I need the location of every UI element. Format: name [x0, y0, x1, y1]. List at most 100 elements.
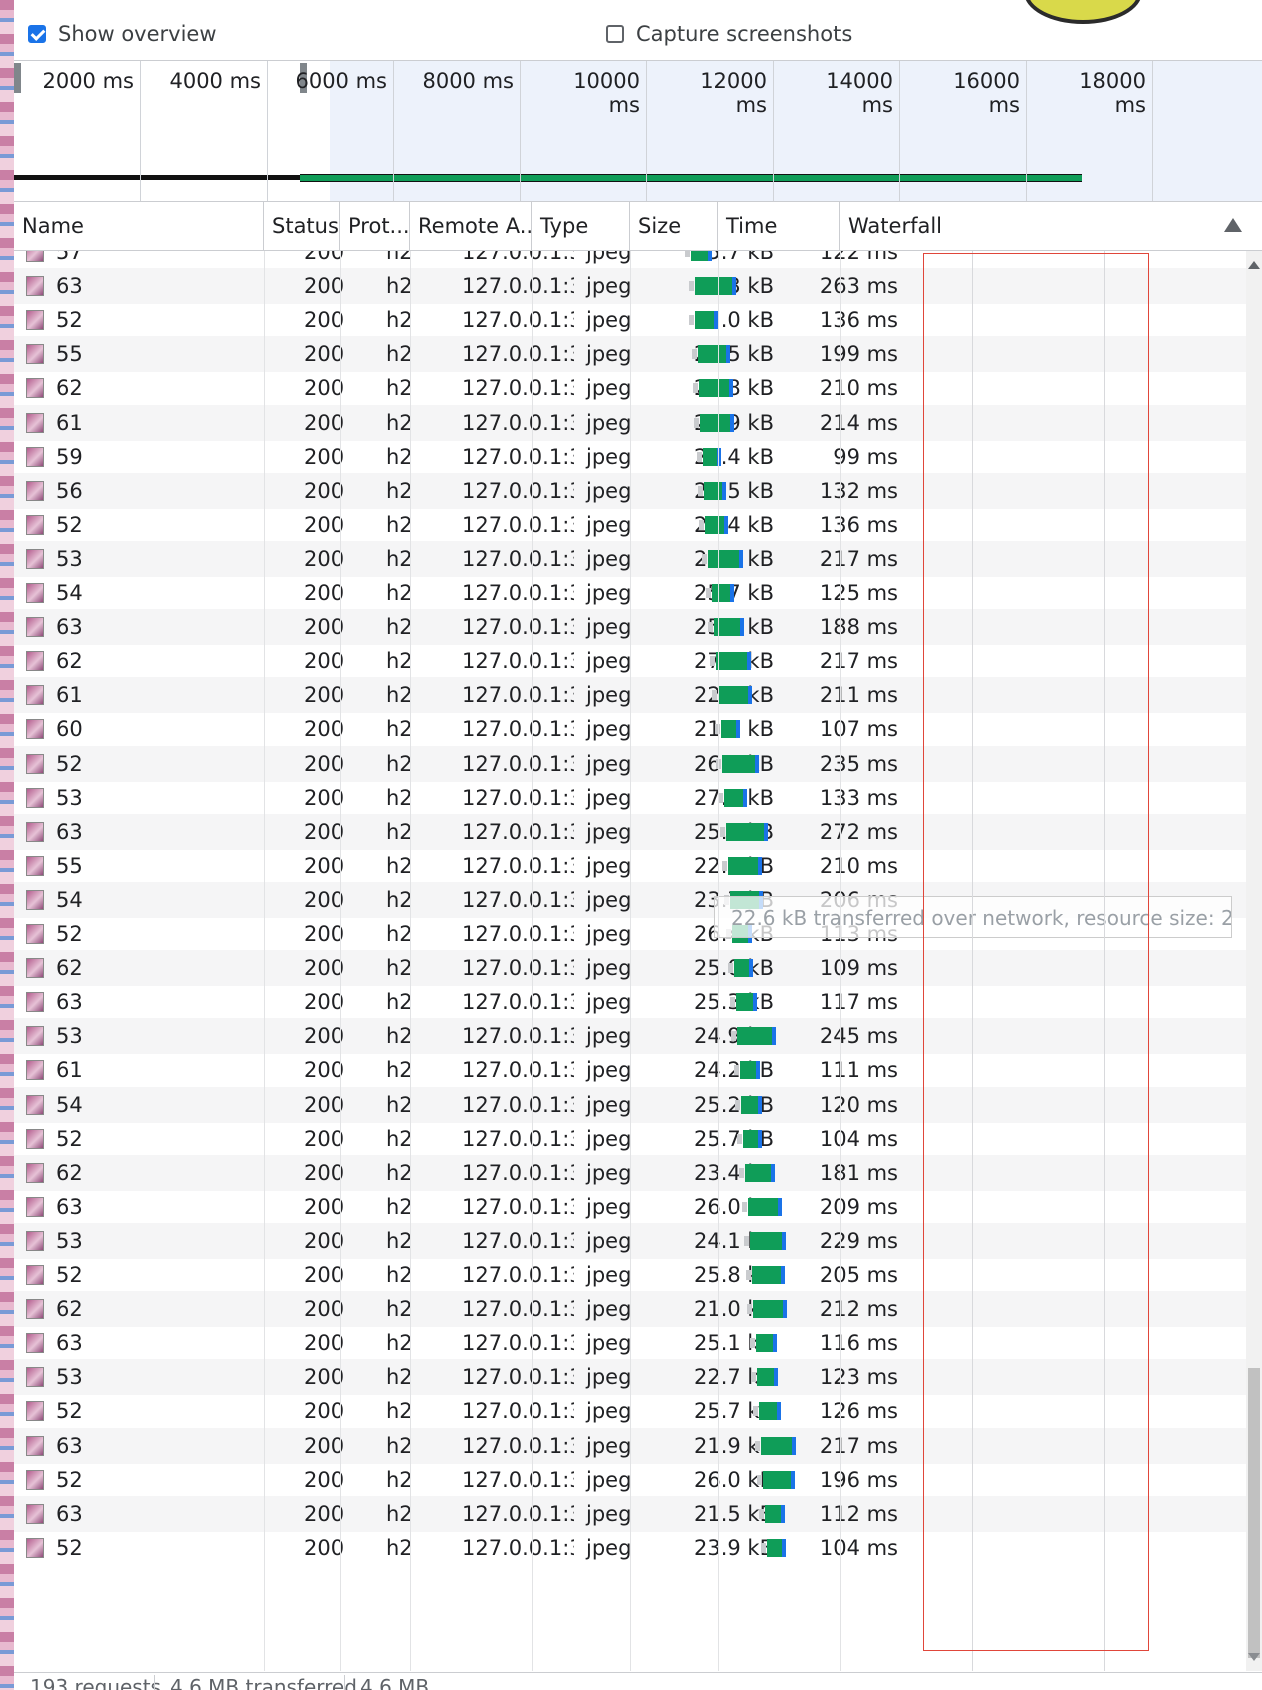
waterfall-download-bar[interactable]: [748, 686, 752, 704]
remote-address-cell: 127.0.0.1:3...: [462, 1058, 574, 1082]
waterfall-waiting-bar[interactable]: [718, 686, 748, 704]
waterfall-download-bar[interactable]: [782, 1539, 786, 1557]
waterfall-waiting-bar[interactable]: [767, 1539, 782, 1557]
status-cell: 200: [304, 615, 345, 639]
waterfall-download-bar[interactable]: [730, 584, 734, 602]
waterfall-download-bar[interactable]: [749, 959, 753, 977]
waterfall-waiting-bar[interactable]: [750, 1232, 782, 1250]
waterfall-download-bar[interactable]: [782, 1232, 786, 1250]
waterfall-waiting-bar[interactable]: [737, 1027, 772, 1045]
table-scrollbar[interactable]: [1246, 251, 1262, 1671]
waterfall-download-bar[interactable]: [758, 857, 762, 875]
capture-screenshots-checkbox[interactable]: [606, 25, 624, 43]
overview-left-handle[interactable]: [14, 63, 21, 93]
waterfall-download-bar[interactable]: [708, 251, 712, 261]
waterfall-download-bar[interactable]: [755, 755, 759, 773]
waterfall-download-bar[interactable]: [730, 414, 734, 432]
waterfall-waiting-bar[interactable]: [700, 414, 730, 432]
waterfall-download-bar[interactable]: [724, 516, 728, 534]
waterfall-waiting-bar[interactable]: [716, 652, 747, 670]
waterfall-waiting-bar[interactable]: [753, 1300, 783, 1318]
protocol-cell: h2: [386, 376, 413, 400]
waterfall-waiting-bar[interactable]: [743, 1130, 758, 1148]
waterfall-download-bar[interactable]: [732, 277, 736, 295]
waterfall-waiting-bar[interactable]: [761, 1437, 792, 1455]
column-header-size[interactable]: Size: [630, 202, 718, 250]
record-button-icon[interactable]: [1024, 0, 1142, 24]
waterfall-waiting-bar[interactable]: [734, 959, 749, 977]
waterfall-download-bar[interactable]: [764, 823, 768, 841]
waterfall-download-bar[interactable]: [722, 482, 726, 500]
capture-screenshots-option[interactable]: Capture screenshots: [606, 22, 852, 46]
waterfall-waiting-bar[interactable]: [756, 1334, 773, 1352]
waterfall-waiting-bar[interactable]: [722, 755, 755, 773]
waterfall-waiting-bar[interactable]: [759, 1402, 777, 1420]
waterfall-waiting-bar[interactable]: [726, 823, 764, 841]
waterfall-waiting-bar[interactable]: [752, 1266, 781, 1284]
column-header-waterfall[interactable]: Waterfall: [840, 202, 1262, 250]
waterfall-waiting-bar[interactable]: [695, 277, 732, 295]
waterfall-download-bar[interactable]: [736, 720, 740, 738]
waterfall-download-bar[interactable]: [792, 1437, 796, 1455]
show-overview-option[interactable]: Show overview: [28, 22, 217, 46]
waterfall-download-bar[interactable]: [747, 652, 751, 670]
scroll-down-icon[interactable]: [1248, 1653, 1260, 1661]
scrollbar-thumb[interactable]: [1248, 1368, 1260, 1658]
waterfall-waiting-bar[interactable]: [748, 1198, 778, 1216]
waterfall-download-bar[interactable]: [771, 1164, 775, 1182]
waterfall-waiting-bar[interactable]: [740, 1061, 756, 1079]
column-header-time[interactable]: Time: [718, 202, 840, 250]
waterfall-waiting-bar[interactable]: [705, 516, 724, 534]
column-header-type[interactable]: Type: [532, 202, 630, 250]
waterfall-waiting-bar[interactable]: [721, 720, 736, 738]
type-cell: jpeg: [586, 274, 632, 298]
waterfall-download-bar[interactable]: [781, 1266, 785, 1284]
status-cell: 200: [304, 1058, 345, 1082]
waterfall-download-bar[interactable]: [758, 1096, 762, 1114]
waterfall-download-bar[interactable]: [778, 1198, 782, 1216]
waterfall-waiting-bar[interactable]: [704, 482, 722, 500]
column-header-remote-address[interactable]: Remote A...: [410, 202, 532, 250]
waterfall-waiting-bar[interactable]: [736, 993, 753, 1011]
waterfall-waiting-bar[interactable]: [728, 857, 758, 875]
waterfall-waiting-bar[interactable]: [757, 1368, 774, 1386]
waterfall-waiting-bar[interactable]: [765, 1505, 781, 1523]
waterfall-download-bar[interactable]: [729, 379, 733, 397]
waterfall-download-bar[interactable]: [791, 1471, 795, 1489]
waterfall-waiting-bar[interactable]: [698, 345, 726, 363]
waterfall-download-bar[interactable]: [753, 993, 757, 1011]
request-name-cell: 59: [56, 445, 83, 469]
waterfall-download-bar[interactable]: [739, 550, 743, 568]
waterfall-download-bar[interactable]: [743, 789, 747, 807]
status-cell: 200: [304, 922, 345, 946]
request-name-cell: 52: [56, 1468, 83, 1492]
network-overview-timeline[interactable]: 2000 ms 4000 ms 6000 ms 8000 ms 10000 ms 1200…: [14, 61, 1262, 202]
waterfall-waiting-bar[interactable]: [712, 584, 730, 602]
waterfall-download-bar[interactable]: [777, 1402, 781, 1420]
column-header-status[interactable]: Status: [264, 202, 340, 250]
waterfall-download-bar[interactable]: [774, 1368, 778, 1386]
waterfall-waiting-bar[interactable]: [699, 379, 729, 397]
waterfall-download-bar[interactable]: [740, 618, 744, 636]
waterfall-download-bar[interactable]: [783, 1300, 787, 1318]
column-header-protocol[interactable]: Prot...: [340, 202, 410, 250]
status-cell: 200: [304, 854, 345, 878]
waterfall-waiting-bar[interactable]: [741, 1096, 758, 1114]
column-header-name[interactable]: Name: [14, 202, 264, 250]
waterfall-download-bar[interactable]: [772, 1027, 776, 1045]
waterfall-waiting-bar[interactable]: [695, 311, 714, 329]
waterfall-waiting-bar[interactable]: [708, 550, 739, 568]
waterfall-waiting-bar[interactable]: [691, 251, 708, 261]
waterfall-download-bar[interactable]: [781, 1505, 785, 1523]
scroll-up-icon[interactable]: [1248, 261, 1260, 269]
sort-ascending-icon[interactable]: [1224, 218, 1242, 232]
waterfall-download-bar[interactable]: [756, 1061, 760, 1079]
waterfall-waiting-bar[interactable]: [703, 448, 717, 466]
show-overview-checkbox[interactable]: [28, 25, 46, 43]
waterfall-download-bar[interactable]: [758, 1130, 762, 1148]
waterfall-waiting-bar[interactable]: [745, 1164, 771, 1182]
waterfall-waiting-bar[interactable]: [763, 1471, 791, 1489]
waterfall-download-bar[interactable]: [726, 345, 730, 363]
waterfall-waiting-bar[interactable]: [724, 789, 743, 807]
waterfall-download-bar[interactable]: [773, 1334, 777, 1352]
